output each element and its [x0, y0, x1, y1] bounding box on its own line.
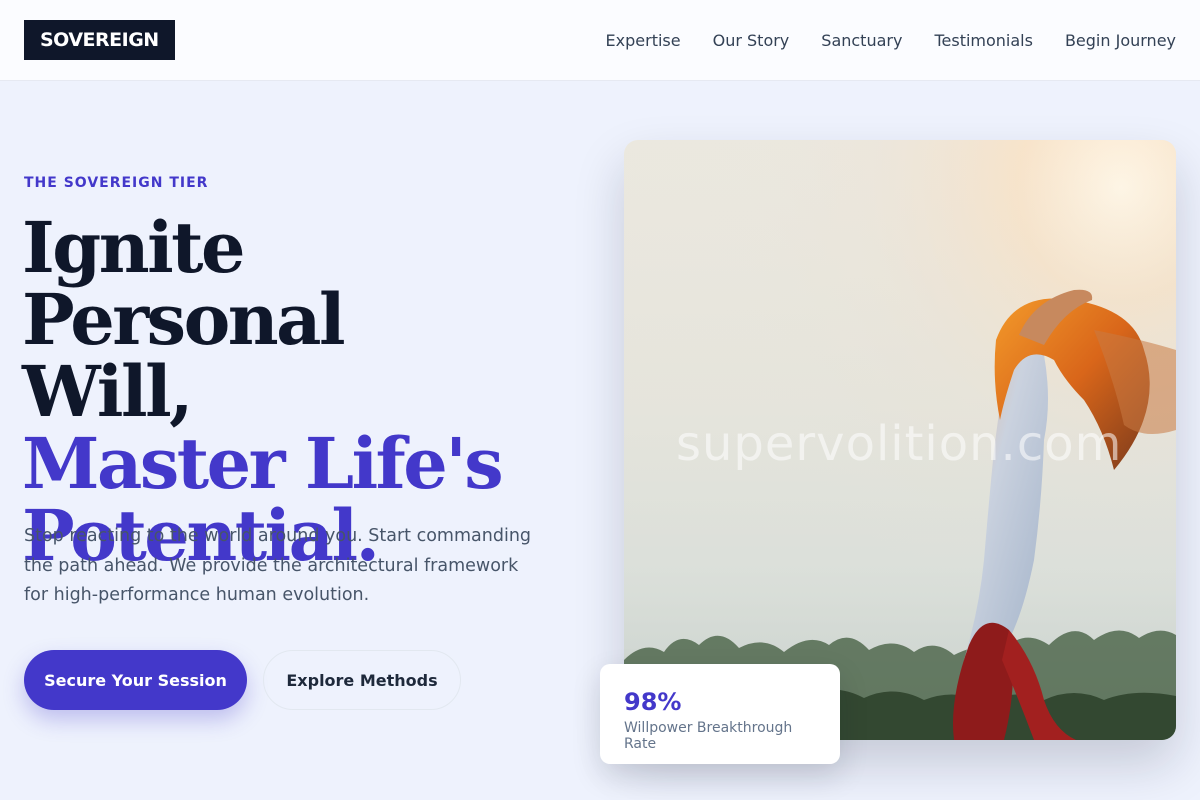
- headline-accent-line-1: Master Life's: [22, 422, 504, 505]
- explore-methods-button[interactable]: Explore Methods: [263, 650, 461, 710]
- nav-link-expertise[interactable]: Expertise: [606, 31, 681, 50]
- site-header: SOVEREIGN Expertise Our Story Sanctuary …: [0, 0, 1200, 81]
- headline-line-1: Ignite Personal: [22, 206, 346, 361]
- nav-link-begin-journey[interactable]: Begin Journey: [1065, 31, 1176, 50]
- hero-eyebrow: THE SOVEREIGN TIER: [24, 175, 209, 191]
- hero-photo: supervolition.com: [624, 140, 1176, 740]
- image-watermark: supervolition.com: [676, 416, 1123, 472]
- stat-value: 98%: [624, 688, 682, 716]
- nav-link-sanctuary[interactable]: Sanctuary: [821, 31, 902, 50]
- hero-description: Stop reacting to the world around you. S…: [24, 526, 532, 605]
- nav-link-our-story[interactable]: Our Story: [713, 31, 790, 50]
- hero-headline: Ignite Personal Will, Master Life's Pote…: [22, 212, 582, 572]
- main-nav: Expertise Our Story Sanctuary Testimonia…: [606, 0, 1176, 81]
- secure-session-button[interactable]: Secure Your Session: [24, 650, 247, 710]
- headline-line-2: Will,: [22, 350, 194, 433]
- brand-logo[interactable]: SOVEREIGN: [24, 20, 175, 60]
- stat-card: 98% Willpower Breakthrough Rate: [600, 664, 840, 764]
- nav-link-testimonials[interactable]: Testimonials: [934, 31, 1033, 50]
- stat-label: Willpower Breakthrough Rate: [624, 720, 793, 752]
